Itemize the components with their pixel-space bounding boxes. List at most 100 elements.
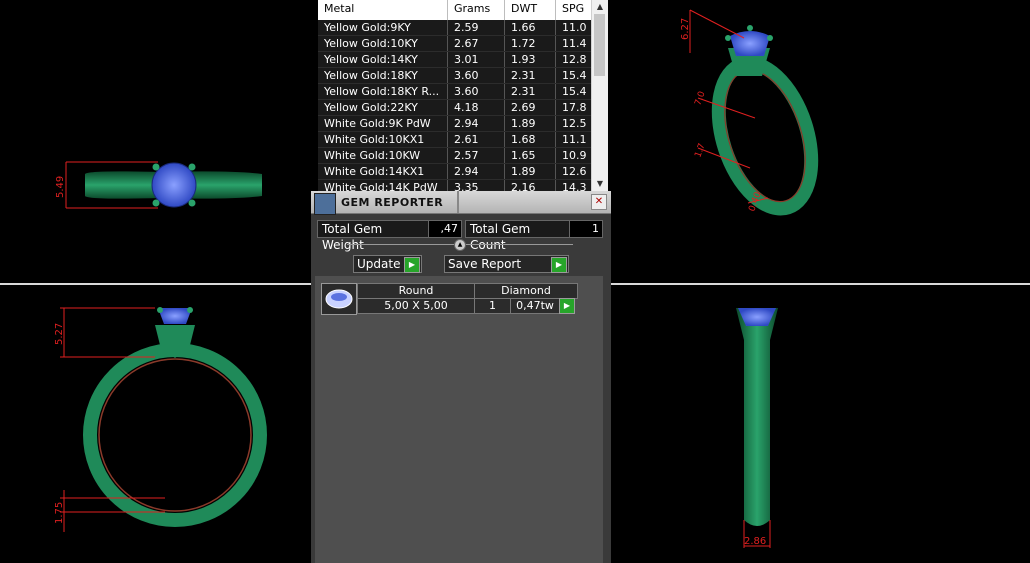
metal-weight-table: Metal Grams DWT SPG Yellow Gold:9KY 2.59 1… (318, 0, 608, 191)
panel-slider-knob[interactable]: ▲ (454, 239, 466, 251)
table-cell: White Gold:9K PdW (318, 116, 448, 131)
table-cell: White Gold:10KX1 (318, 132, 448, 147)
table-row[interactable]: White Gold:9K PdW 2.94 1.89 12.5 (318, 116, 592, 132)
gem-size: 5,00 X 5,00 (357, 298, 475, 314)
table-cell: 2.59 (448, 20, 505, 35)
table-cell: 17.8 (556, 100, 592, 115)
table-cell: 2.61 (448, 132, 505, 147)
table-cell: 1.65 (505, 148, 556, 163)
dim-side-width: 2.86 (744, 536, 766, 547)
table-cell: 11.4 (556, 36, 592, 51)
table-cell: 2.57 (448, 148, 505, 163)
table-row[interactable]: Yellow Gold:10KY 2.67 1.72 11.4 (318, 36, 592, 52)
table-cell: 3.60 (448, 84, 505, 99)
table-cell: 10.9 (556, 148, 592, 163)
metal-table-body: Yellow Gold:9KY 2.59 1.66 11.0 Yellow Gold:1… (318, 20, 592, 191)
gem-reporter-title: GEM REPORTER (341, 195, 444, 209)
table-cell: 1.89 (505, 116, 556, 131)
table-cell: 15.4 (556, 68, 592, 83)
metal-table-header: Metal Grams DWT SPG (318, 0, 608, 20)
save-report-button-label: Save Report (448, 257, 522, 271)
total-gem-count-value: 1 (569, 220, 603, 238)
table-cell: 3.60 (448, 68, 505, 83)
table-cell: 3.01 (448, 52, 505, 67)
table-cell: Yellow Gold:18KY (318, 68, 448, 83)
gem-material: Diamond (474, 283, 578, 299)
table-cell: 1.93 (505, 52, 556, 67)
table-row[interactable]: White Gold:10KW 2.57 1.65 10.9 (318, 148, 592, 164)
table-cell: 2.31 (505, 68, 556, 83)
update-button-label: Update (357, 257, 401, 271)
gem-row-go-icon[interactable]: ▶ (559, 298, 575, 314)
table-row[interactable]: Yellow Gold:18KY R... 3.60 2.31 15.4 (318, 84, 592, 100)
table-row[interactable]: Yellow Gold:18KY 3.60 2.31 15.4 (318, 68, 592, 84)
gem-weight: 0,47tw (510, 298, 560, 314)
table-cell: 2.69 (505, 100, 556, 115)
table-cell: 15.4 (556, 84, 592, 99)
table-row[interactable]: White Gold:14K PdW 3.35 2.16 14.3 (318, 180, 592, 191)
table-cell: 14.3 (556, 180, 592, 191)
table-row[interactable]: White Gold:14KX1 2.94 1.89 12.6 (318, 164, 592, 180)
table-cell: 3.35 (448, 180, 505, 191)
dim-iso-a: 7.0 (693, 90, 707, 107)
gem-count: 1 (474, 298, 511, 314)
table-row[interactable]: White Gold:10KX1 2.61 1.68 11.1 (318, 132, 592, 148)
table-cell: 2.31 (505, 84, 556, 99)
table-cell: Yellow Gold:10KY (318, 36, 448, 51)
update-button[interactable]: Update ▶ (353, 255, 422, 273)
metal-table-scrollbar[interactable]: ▲ ▼ (591, 0, 608, 191)
table-cell: 1.89 (505, 164, 556, 179)
table-cell: 2.94 (448, 164, 505, 179)
ring-top-view[interactable]: 5.49 (40, 140, 280, 230)
table-cell: 12.5 (556, 116, 592, 131)
table-cell: 2.94 (448, 116, 505, 131)
update-go-icon[interactable]: ▶ (404, 257, 420, 273)
save-report-button[interactable]: Save Report ▶ (444, 255, 569, 273)
gem-reporter-titlebar[interactable]: GEM REPORTER ✕ (311, 191, 611, 215)
table-cell: Yellow Gold:9KY (318, 20, 448, 35)
table-cell: White Gold:14K PdW (318, 180, 448, 191)
table-cell: 1.68 (505, 132, 556, 147)
gem-reporter-panel: GEM REPORTER ✕ Total Gem Weight ,47 Tota… (311, 191, 611, 563)
table-cell: 11.1 (556, 132, 592, 147)
table-cell: 2.67 (448, 36, 505, 51)
col-dwt[interactable]: DWT (505, 0, 556, 20)
dim-front-shank: 1.75 (54, 502, 65, 524)
gem-list-area: Round Diamond 5,00 X 5,00 1 0,47tw ▶ (315, 276, 603, 563)
gem-reporter-logo-icon (314, 193, 336, 215)
col-spg[interactable]: SPG (556, 0, 592, 20)
gem-shape: Round (357, 283, 475, 299)
col-metal[interactable]: Metal (318, 0, 448, 20)
table-row[interactable]: Yellow Gold:14KY 3.01 1.93 12.8 (318, 52, 592, 68)
round-gem-thumbnail-icon[interactable] (321, 283, 357, 315)
close-icon[interactable]: ✕ (591, 194, 607, 210)
table-cell: White Gold:14KX1 (318, 164, 448, 179)
scroll-up-icon[interactable]: ▲ (592, 0, 608, 14)
total-gem-count-label: Total Gem Count (465, 220, 571, 252)
dim-top-width: 5.49 (55, 176, 66, 198)
col-grams[interactable]: Grams (448, 0, 505, 20)
table-cell: White Gold:10KW (318, 148, 448, 163)
table-cell: Yellow Gold:22KY (318, 100, 448, 115)
scroll-thumb[interactable] (594, 14, 605, 76)
save-report-go-icon[interactable]: ▶ (551, 257, 567, 273)
total-gem-weight-value: ,47 (428, 220, 462, 238)
dim-iso-b: 1.7 (693, 142, 707, 159)
table-row[interactable]: Yellow Gold:9KY 2.59 1.66 11.0 (318, 20, 592, 36)
ring-front-view[interactable]: 5.27 1.75 (50, 300, 270, 550)
dim-front-height: 5.27 (54, 323, 65, 345)
table-cell: 1.72 (505, 36, 556, 51)
table-cell: 11.0 (556, 20, 592, 35)
table-cell: 2.16 (505, 180, 556, 191)
table-cell: 12.8 (556, 52, 592, 67)
ring-side-view[interactable]: 2.86 (720, 300, 800, 555)
table-cell: Yellow Gold:18KY R... (318, 84, 448, 99)
table-cell: 12.6 (556, 164, 592, 179)
ring-iso-view[interactable]: 6.27 7.0 1.7 0.40 (670, 8, 840, 223)
table-cell: 1.66 (505, 20, 556, 35)
titlebar-separator (457, 191, 459, 213)
dim-iso-height: 6.27 (680, 18, 691, 40)
scroll-down-icon[interactable]: ▼ (592, 177, 608, 191)
table-cell: 4.18 (448, 100, 505, 115)
table-row[interactable]: Yellow Gold:22KY 4.18 2.69 17.8 (318, 100, 592, 116)
